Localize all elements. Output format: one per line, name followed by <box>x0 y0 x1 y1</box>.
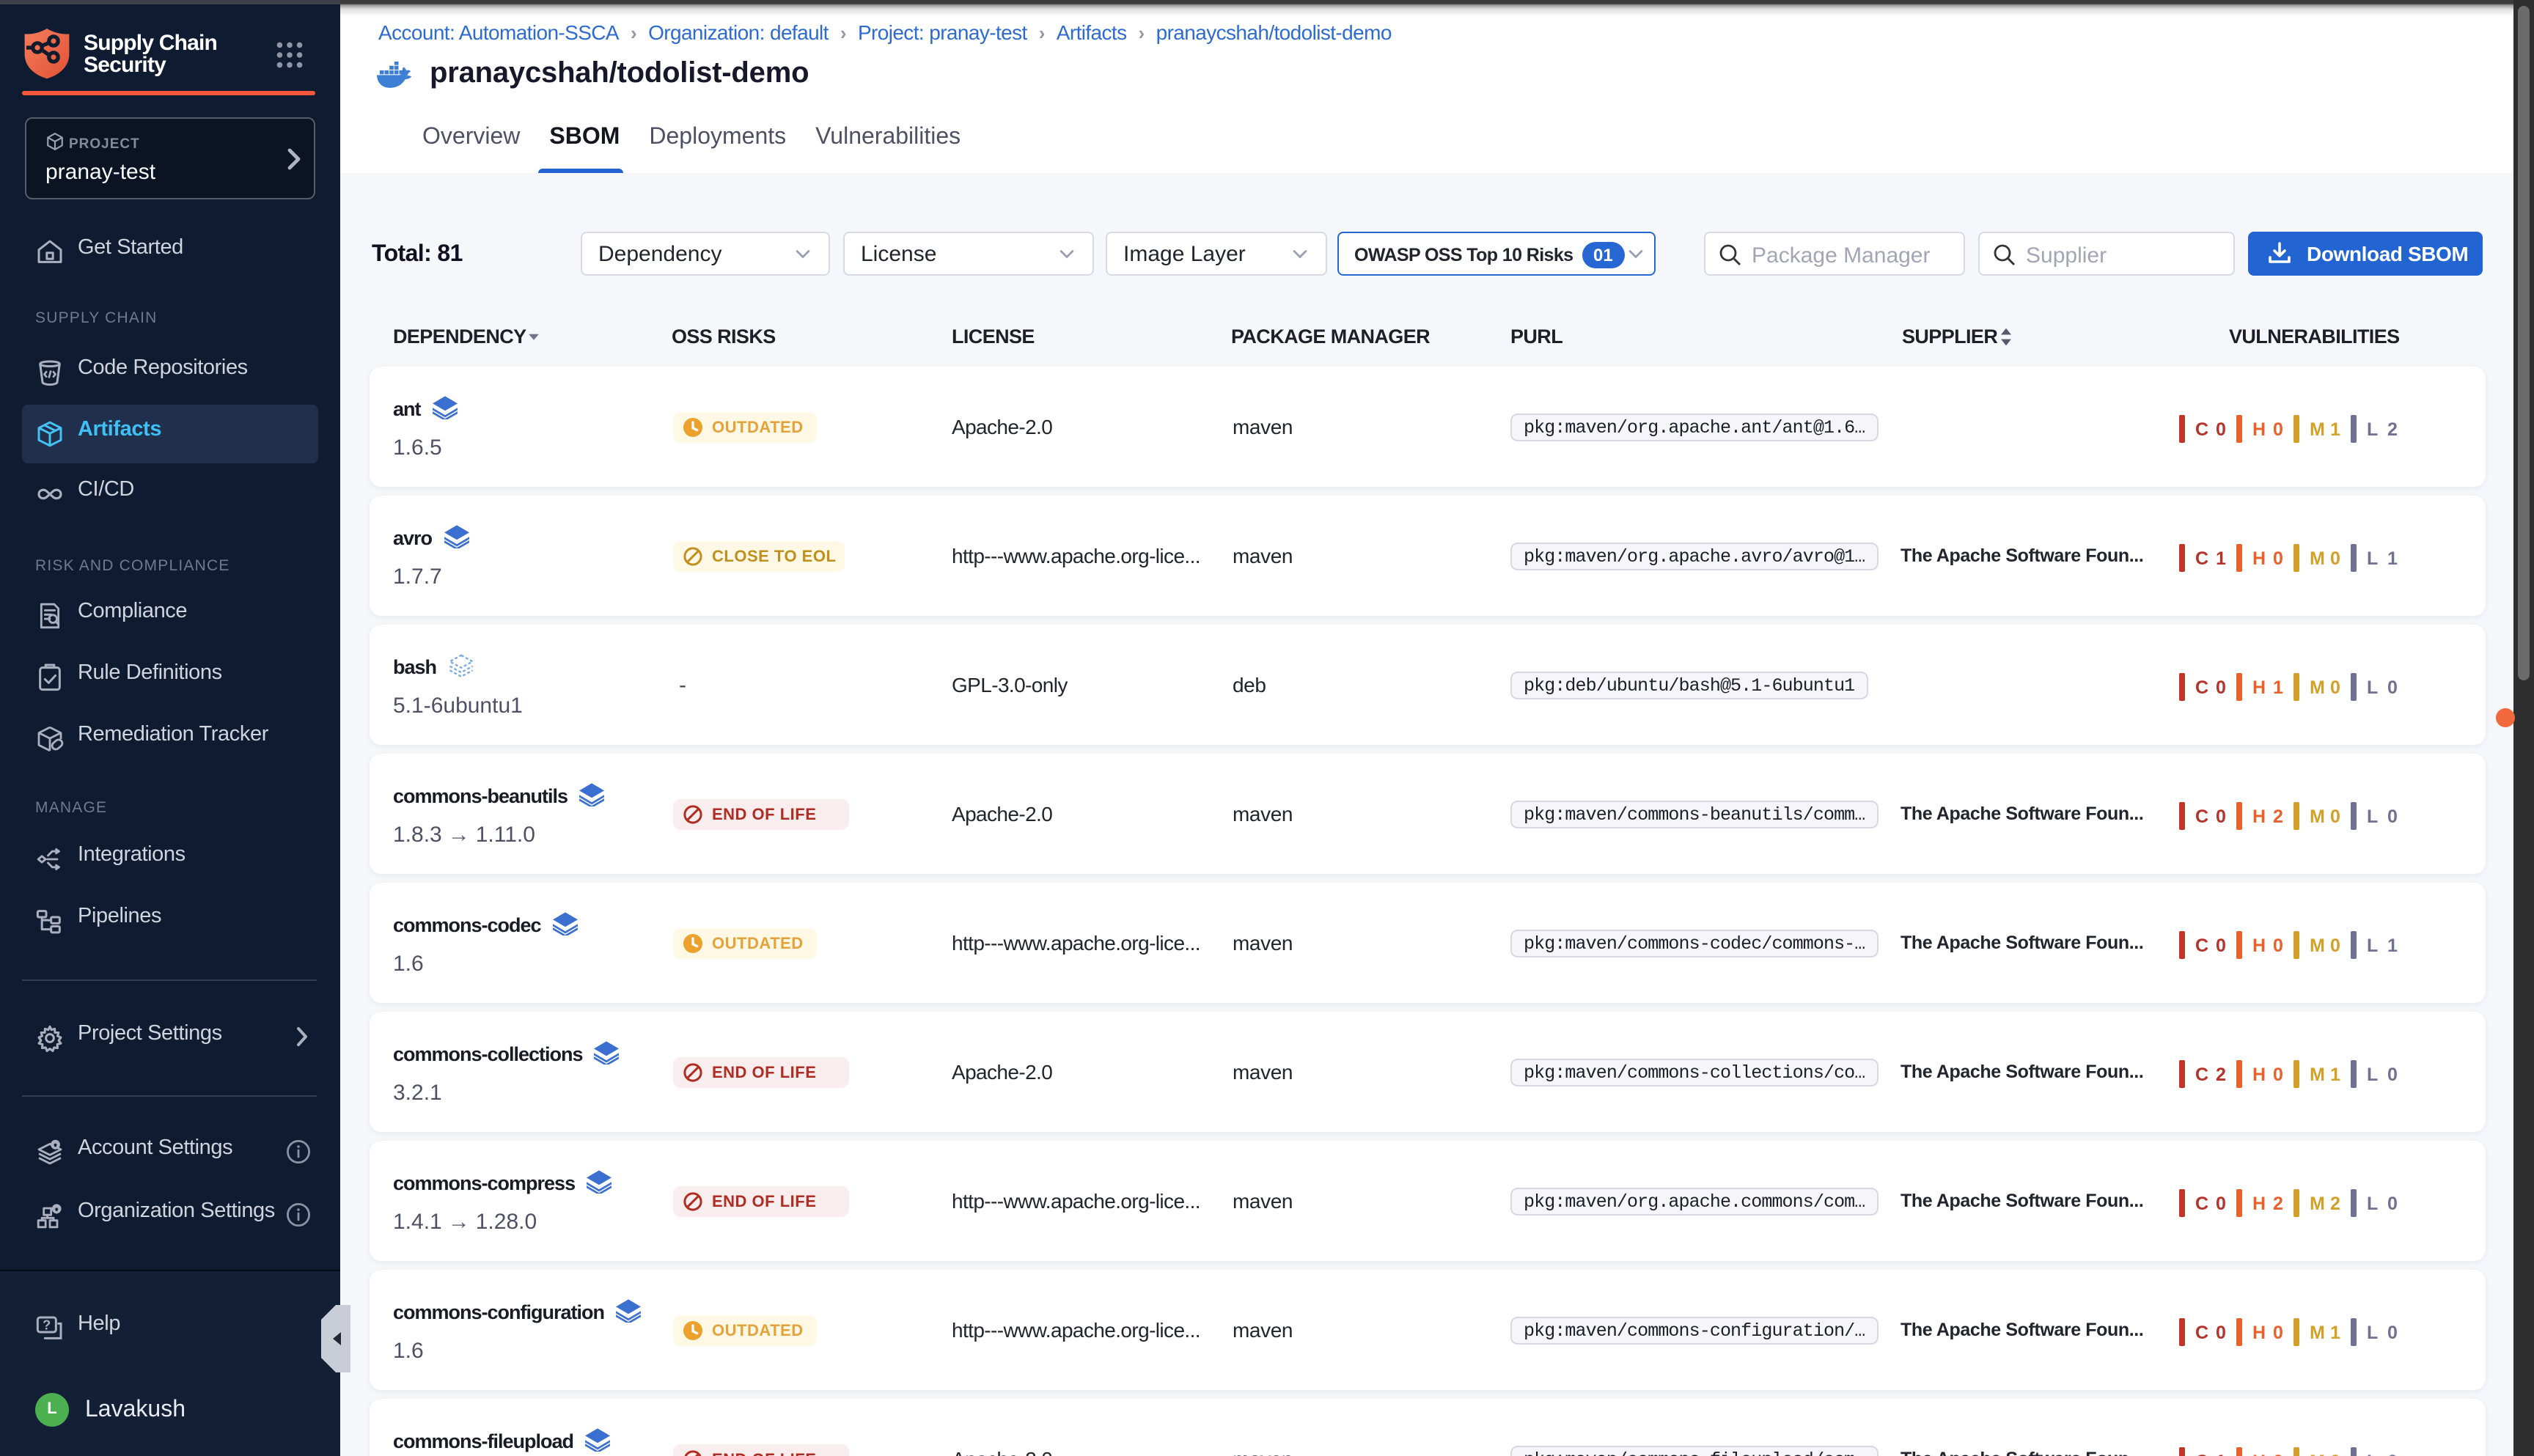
svg-text:?: ? <box>43 1317 51 1333</box>
